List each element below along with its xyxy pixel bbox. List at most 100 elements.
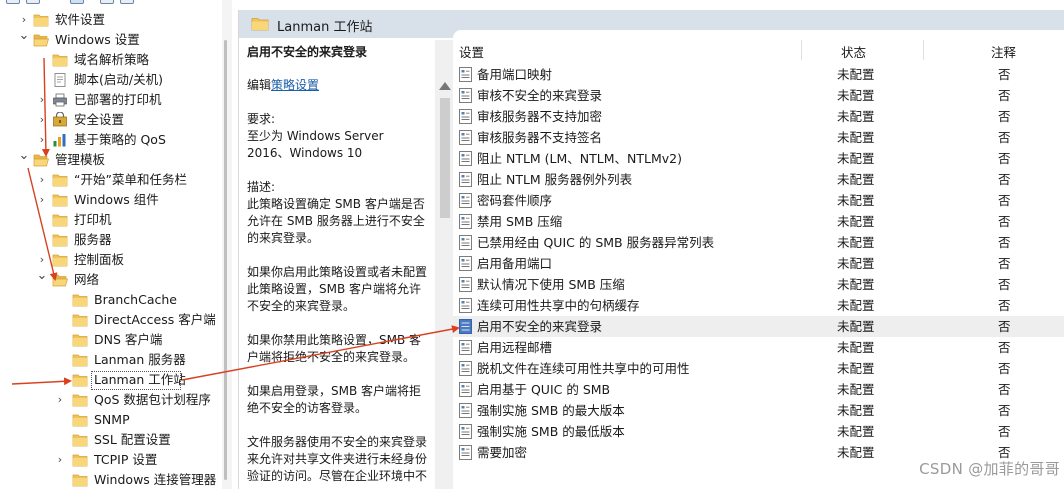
policy-row[interactable]: 阻止 NTLM (LM、NTLM、NTLMv2) 未配置 否	[453, 148, 1064, 169]
tree-item-lanman-workstation[interactable]: Lanman 工作站	[0, 370, 232, 390]
tree-item-start-menu[interactable]: › “开始”菜单和任务栏	[0, 170, 232, 190]
tree-item-tcpip[interactable]: › TCPIP 设置	[0, 450, 232, 470]
tree-item-control-panel[interactable]: › 控制面板	[0, 250, 232, 270]
tree-item-server[interactable]: 服务器	[0, 230, 232, 250]
policy-row[interactable]: 连续可用性共享中的句柄缓存 未配置 否	[453, 295, 1064, 316]
policy-row[interactable]: 审核不安全的来宾登录 未配置 否	[453, 85, 1064, 106]
folder-icon	[72, 412, 88, 428]
chevron-right-icon[interactable]: ›	[36, 112, 48, 128]
policy-row[interactable]: 审核服务器不支持签名 未配置 否	[453, 127, 1064, 148]
policy-setting-icon	[459, 403, 472, 418]
folder-icon	[52, 252, 68, 268]
description-scrollbar-thumb[interactable]	[440, 98, 450, 218]
policy-row[interactable]: 启用不安全的来宾登录 未配置 否	[453, 316, 1064, 337]
tree-item-label: DNS 客户端	[94, 332, 163, 347]
chevron-right-icon[interactable]: ›	[36, 92, 48, 108]
policy-state: 未配置	[837, 67, 875, 82]
navigation-tree: › 软件设置 ⌄ Windows 设置 域名解析策略 脚本(启动/关机) › 已部署的打印机 ›…	[0, 0, 232, 489]
policy-name: 备用端口映射	[477, 67, 553, 82]
back-icon[interactable]	[6, 0, 20, 4]
tree-item-dns-client[interactable]: DNS 客户端	[0, 330, 232, 350]
column-header-note[interactable]: 注释	[991, 42, 1016, 61]
chevron-right-icon[interactable]: ›	[36, 252, 48, 268]
policy-name: 启用基于 QUIC 的 SMB	[477, 382, 611, 397]
chevron-right-icon[interactable]: ›	[36, 172, 48, 188]
chevron-right-icon[interactable]: ›	[18, 12, 30, 28]
policy-row[interactable]: 备用端口映射 未配置 否	[453, 64, 1064, 85]
policy-row[interactable]: 阻止 NTLM 服务器例外列表 未配置 否	[453, 169, 1064, 190]
chevron-down-icon[interactable]: ⌄	[18, 28, 30, 44]
description-scrollbar[interactable]	[435, 40, 455, 489]
policy-state: 未配置	[837, 445, 875, 460]
view-icon[interactable]	[70, 0, 84, 4]
tree-item-printers[interactable]: 打印机	[0, 210, 232, 230]
policy-name: 审核不安全的来宾登录	[477, 88, 603, 103]
tree-item-label: TCPIP 设置	[94, 452, 158, 467]
tree-item-name-resolution-policy[interactable]: 域名解析策略	[0, 50, 232, 70]
description-panel: 启用不安全的来宾登录 编辑策略设置 要求: 至少为 Windows Server …	[239, 38, 435, 489]
tree-item-security-settings[interactable]: › 安全设置	[0, 110, 232, 130]
policy-note: 否	[998, 193, 1011, 208]
tree-item-label: 服务器	[74, 232, 112, 247]
edit-policy-link[interactable]: 策略设置	[271, 78, 319, 92]
chevron-right-icon[interactable]: ›	[36, 192, 48, 208]
tree-item-admin-templates[interactable]: ⌄ 管理模板	[0, 148, 232, 170]
chevron-down-icon[interactable]: ⌄	[18, 148, 30, 164]
folder-icon	[72, 452, 88, 468]
policy-note: 否	[998, 298, 1011, 313]
policy-setting-icon	[459, 67, 472, 82]
policy-row[interactable]: 启用基于 QUIC 的 SMB 未配置 否	[453, 379, 1064, 400]
policy-row[interactable]: 强制实施 SMB 的最大版本 未配置 否	[453, 400, 1064, 421]
tree-item-ssl-config[interactable]: SSL 配置设置	[0, 430, 232, 450]
tree-item-label: BranchCache	[94, 292, 177, 307]
tree-item-windows-connection-manager[interactable]: Windows 连接管理器	[0, 470, 232, 489]
tree-item-deployed-printers[interactable]: › 已部署的打印机	[0, 90, 232, 110]
tree-item-directaccess[interactable]: DirectAccess 客户端	[0, 310, 232, 330]
tree-item-scripts[interactable]: 脚本(启动/关机)	[0, 70, 232, 90]
policy-state: 未配置	[837, 277, 875, 292]
policy-row[interactable]: 启用远程邮槽 未配置 否	[453, 337, 1064, 358]
tree-item-branchcache[interactable]: BranchCache	[0, 290, 232, 310]
tree-item-snmp[interactable]: SNMP	[0, 410, 232, 430]
chevron-right-icon[interactable]: ›	[54, 392, 66, 408]
tree-item-software-settings[interactable]: › 软件设置	[0, 10, 232, 30]
tree-item-policy-qos[interactable]: › 基于策略的 QoS	[0, 130, 232, 150]
policy-row[interactable]: 默认情况下使用 SMB 压缩 未配置 否	[453, 274, 1064, 295]
tree-item-label: Windows 组件	[74, 192, 159, 207]
policy-row[interactable]: 强制实施 SMB 的最低版本 未配置 否	[453, 421, 1064, 442]
column-header-state[interactable]: 状态	[841, 42, 866, 61]
folder-icon	[72, 332, 88, 348]
properties-icon[interactable]	[120, 0, 134, 4]
policy-state: 未配置	[837, 319, 875, 334]
tree-scrollbar-thumb[interactable]	[224, 40, 227, 480]
tree-item-windows-settings[interactable]: ⌄ Windows 设置	[0, 28, 232, 50]
tree-item-qos-packet-scheduler[interactable]: › QoS 数据包计划程序	[0, 390, 232, 410]
column-header-setting[interactable]: 设置	[459, 42, 484, 61]
chevron-right-icon[interactable]: ›	[36, 132, 48, 148]
policy-row[interactable]: 已禁用经由 QUIC 的 SMB 服务器异常列表 未配置 否	[453, 232, 1064, 253]
toolbar-strip	[0, 0, 232, 6]
column-divider[interactable]	[923, 40, 924, 60]
column-divider[interactable]	[801, 40, 802, 60]
description-label: 描述:	[247, 180, 276, 194]
policy-state: 未配置	[837, 424, 875, 439]
qos-chart-icon	[52, 132, 68, 148]
policy-row[interactable]: 密码套件顺序 未配置 否	[453, 190, 1064, 211]
folder-icon	[52, 232, 68, 248]
help-icon[interactable]	[100, 0, 114, 4]
scroll-up-icon[interactable]	[439, 82, 451, 90]
tree-item-network[interactable]: ⌄ 网络	[0, 268, 232, 290]
policy-setting-icon	[459, 445, 472, 460]
policy-row[interactable]: 脱机文件在连续可用性共享中的可用性 未配置 否	[453, 358, 1064, 379]
policy-note: 否	[998, 424, 1011, 439]
policy-row[interactable]: 审核服务器不支持加密 未配置 否	[453, 106, 1064, 127]
chevron-down-icon[interactable]: ⌄	[36, 268, 48, 284]
policy-row[interactable]: 禁用 SMB 压缩 未配置 否	[453, 211, 1064, 232]
tree-item-windows-components[interactable]: › Windows 组件	[0, 190, 232, 210]
chevron-right-icon[interactable]: ›	[54, 452, 66, 468]
forward-icon[interactable]	[26, 0, 40, 4]
policy-row[interactable]: 启用备用端口 未配置 否	[453, 253, 1064, 274]
folder-icon	[52, 52, 68, 68]
description-p5: 文件服务器使用不安全的来宾登录来允许对共享文件夹进行未经身份验证的访问。尽管在企…	[247, 435, 428, 483]
tree-item-lanman-server[interactable]: Lanman 服务器	[0, 350, 232, 370]
